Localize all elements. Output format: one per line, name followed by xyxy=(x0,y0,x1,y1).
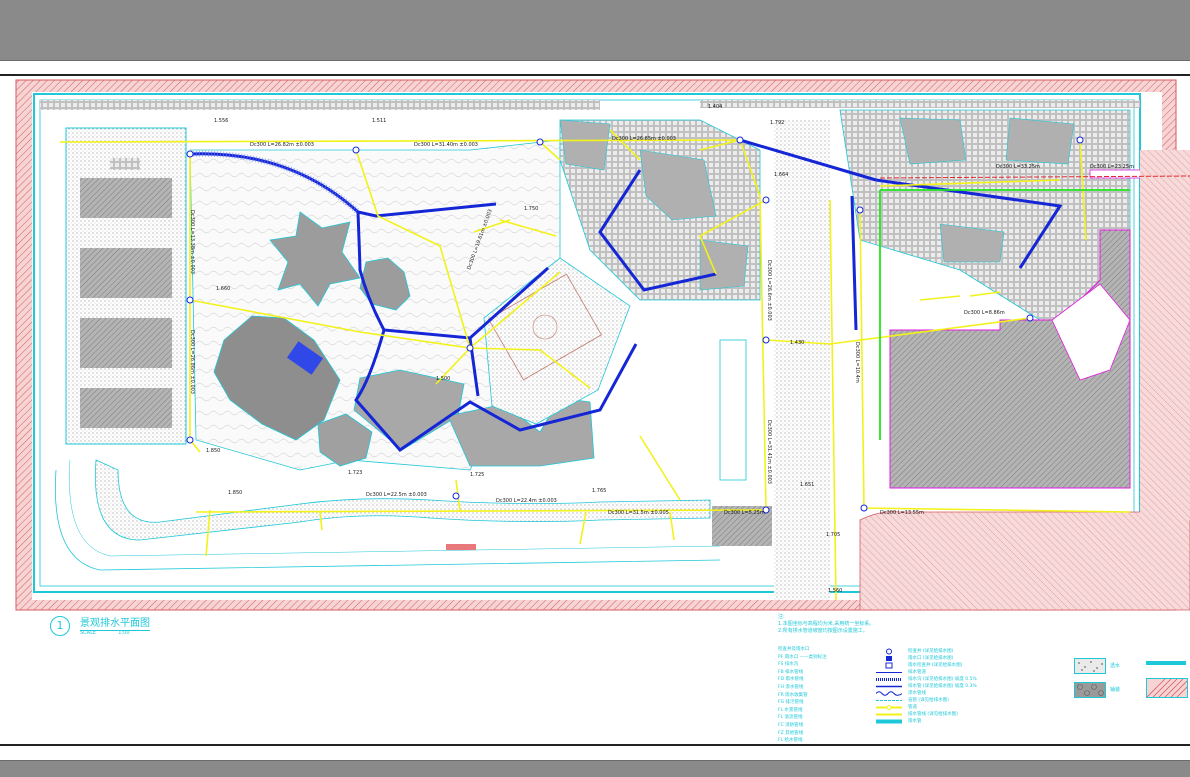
pipe-label-5: Dc300 L=22.4m ±0.003 xyxy=(496,498,557,504)
elev-16: 1.560 xyxy=(828,588,842,594)
legend-list-item: FR 雨水收集管 xyxy=(778,692,808,698)
svg-text:Dc300 L=26.86m ±0.003: Dc300 L=26.86m ±0.003 xyxy=(189,330,195,394)
legend-list: 检查井及雨水口 PF 雨水口 ——类别标注 FS 排水沟 FB 排水管线 FD … xyxy=(778,646,827,745)
svg-text:Dc300 L=26.6m ±0.003: Dc300 L=26.6m ±0.003 xyxy=(766,260,772,321)
legend-list-item: FL 水景管线 xyxy=(778,707,803,713)
elev-10: 1.850 xyxy=(228,490,242,496)
legend-list-item: FG 排污管线 xyxy=(778,700,804,706)
legend-symbol-label: 检查井 (详见给排水图) xyxy=(908,649,954,654)
svg-text:Dc300 L=31.41m ±0.003: Dc300 L=31.41m ±0.003 xyxy=(766,420,772,484)
legend-list-item: FB 排水管线 xyxy=(778,669,804,675)
rain-pipe-symbol-icon xyxy=(876,713,902,716)
elev-14: 1.664 xyxy=(774,172,788,178)
legend-symbol-label: 排水管线 (详见给排水图) xyxy=(908,712,958,717)
elev-12: 1.765 xyxy=(592,488,606,494)
elev-4: 1.792 xyxy=(770,120,784,126)
notes-line-2: 2.所有排水管道坡度均按图示设置施工。 xyxy=(778,628,868,634)
svg-text:Dc300 L=10.4m: Dc300 L=10.4m xyxy=(854,342,860,383)
pipe-label-7: Dc300 L=5.25m xyxy=(724,510,765,516)
viewer-bottom-bar xyxy=(0,760,1190,777)
elev-13: 1.430 xyxy=(790,340,804,346)
pipe-label-11: Dc300 L=13.55m xyxy=(880,510,924,516)
legend-symbol-label: 雨水检查井 (详见给排水图) xyxy=(908,663,963,668)
seepage-pipe-symbol-icon xyxy=(876,691,902,696)
rain-line-symbol-icon xyxy=(876,719,902,724)
notes-line-1: 1.本图坐标与高程均为米,采用统一坐标系。 xyxy=(778,621,875,627)
blind-pipe-symbol-icon xyxy=(876,700,902,701)
elev-11: 1.723 xyxy=(348,470,362,476)
drain-ditch-symbol-icon xyxy=(876,678,902,681)
notes-heading: 注: xyxy=(778,614,785,620)
legend-list-item: 检查井及雨水口 xyxy=(778,647,810,652)
pipe-label-3: Dc300 L=26.85m ±0.003 xyxy=(612,136,676,142)
legend-list-item: FD 雨水管线 xyxy=(778,677,804,683)
elev-5: 1.750 xyxy=(524,206,538,212)
legend-list-item: FH 渗水管线 xyxy=(778,684,804,690)
legend-symbol-label: 雨水管 xyxy=(908,719,922,724)
pipe-label-2: Dc300 L=31.40m ±0.003 xyxy=(414,142,478,148)
road-area xyxy=(859,511,1190,611)
drain-line-symbol-icon xyxy=(876,685,902,688)
elev-9: 1.725 xyxy=(470,472,484,478)
legend-symbol-label: 雨水口 (详见给排水图) xyxy=(908,656,954,661)
legend-list-item: FZ 其他管线 xyxy=(778,730,804,736)
plan-title: 景观排水平面图 xyxy=(80,614,150,631)
elev-7: 1.500 xyxy=(436,376,450,382)
permeable-swatch xyxy=(1074,658,1106,674)
svg-text:Dc300 L=13.38m ±0.003: Dc300 L=13.38m ±0.003 xyxy=(189,210,195,274)
swatch-label-paving: 铺装 xyxy=(1110,687,1121,693)
swatch-label-permeable: 透水 xyxy=(1110,663,1121,669)
elev-15: 1.705 xyxy=(826,532,840,538)
legend-list-item: PF 雨水口 ——类别标注 xyxy=(778,654,827,660)
vertical-road xyxy=(774,120,830,600)
line-swatch xyxy=(1146,661,1186,665)
inlet-symbol-icon xyxy=(886,656,892,661)
pipe-label-6: Dc300 L=31.5m ±0.005 xyxy=(608,510,669,516)
pipe-label-9: Dc300 L=23.25m xyxy=(1090,164,1134,170)
drawing-notes: 注: 1.本图坐标与高程均为米,采用统一坐标系。 2.所有排水管道坡度均按图示设… xyxy=(778,614,874,635)
legend-symbol-label: 盲管 (详见给排水图) xyxy=(908,698,949,703)
legend-symbol-label: 管道 xyxy=(908,705,917,710)
rain-manhole-symbol-icon xyxy=(885,662,893,669)
elev-8: 1.850 xyxy=(206,448,220,454)
elev-17: 1.651 xyxy=(800,482,814,488)
elev-2: 1.511 xyxy=(372,118,386,124)
pipe-symbol-icon xyxy=(876,705,902,710)
scale-label-right: 1:00 xyxy=(118,630,130,636)
sheet-border-bottom xyxy=(0,744,1190,746)
pipe-label-4: Dc300 L=22.5m ±0.003 xyxy=(366,492,427,498)
legend-symbol-label: 渗水管线 xyxy=(908,691,926,696)
elev-3: 1.404 xyxy=(708,104,722,110)
legend-list-item: FC 消防管线 xyxy=(778,722,804,728)
pipe-label-1: Dc300 L=26.82m ±0.003 xyxy=(250,142,314,148)
plan-scale: SCALE 1:00 xyxy=(80,630,130,636)
top-paving-strip xyxy=(40,100,600,110)
legend-list-item: FL 溢流管线 xyxy=(778,715,803,721)
elev-1: 1.556 xyxy=(214,118,228,124)
paving-swatch xyxy=(1074,682,1106,698)
plan-number: 1 xyxy=(50,616,70,636)
drain-pipe-symbol-icon xyxy=(876,672,902,673)
legend-symbol-label: 排水管 (详见给排水图) 坡度 0.3% xyxy=(908,684,977,689)
cad-drawing[interactable]: 1.556 1.511 1.404 1.792 1.750 1.660 1.50… xyxy=(0,0,1190,776)
pipe-label-10: Dc300 L=8.86m xyxy=(964,310,1005,316)
boundary-swatch xyxy=(1146,678,1188,698)
legend-list-item: FS 排水沟 xyxy=(778,662,799,668)
scale-label-left: SCALE xyxy=(80,630,97,636)
pipe-label-8: Dc300 L=33.25m xyxy=(996,164,1040,170)
elev-6: 1.660 xyxy=(216,286,230,292)
manhole-symbol-icon xyxy=(886,648,892,655)
legend-symbol-label: 排水沟 (详见给排水图) 坡度 0.5% xyxy=(908,677,977,682)
legend-symbol-label: 排水管道 xyxy=(908,670,926,675)
